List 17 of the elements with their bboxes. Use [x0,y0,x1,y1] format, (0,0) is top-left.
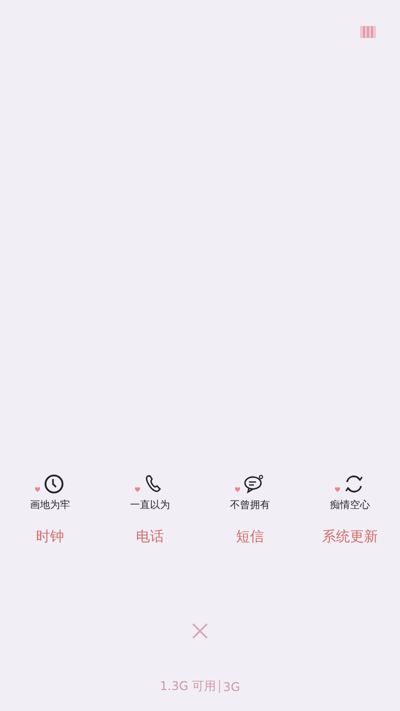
heart-icon [235,486,240,492]
heart-icon [335,486,340,492]
icon-caption: 痴情空心 [330,498,370,512]
app-label[interactable]: 电话 [136,528,164,546]
memory-total: 3G [223,680,240,694]
refresh-icon[interactable] [343,473,365,495]
chat-bubble-icon[interactable] [243,473,265,495]
icon-caption: 不曾拥有 [230,499,270,512]
app-label[interactable]: 短信 [236,528,264,546]
app-label[interactable]: 系统更新 [322,528,378,546]
clock-icon[interactable] [43,473,65,495]
heart-icon [35,486,40,492]
app-label[interactable]: 时钟 [36,528,64,546]
memory-available: 1.3G 可用 [160,678,216,695]
icon-caption: 一直以为 [130,498,170,512]
icon-caption: 画地为牢 [30,498,70,512]
heart-icon [135,486,140,492]
